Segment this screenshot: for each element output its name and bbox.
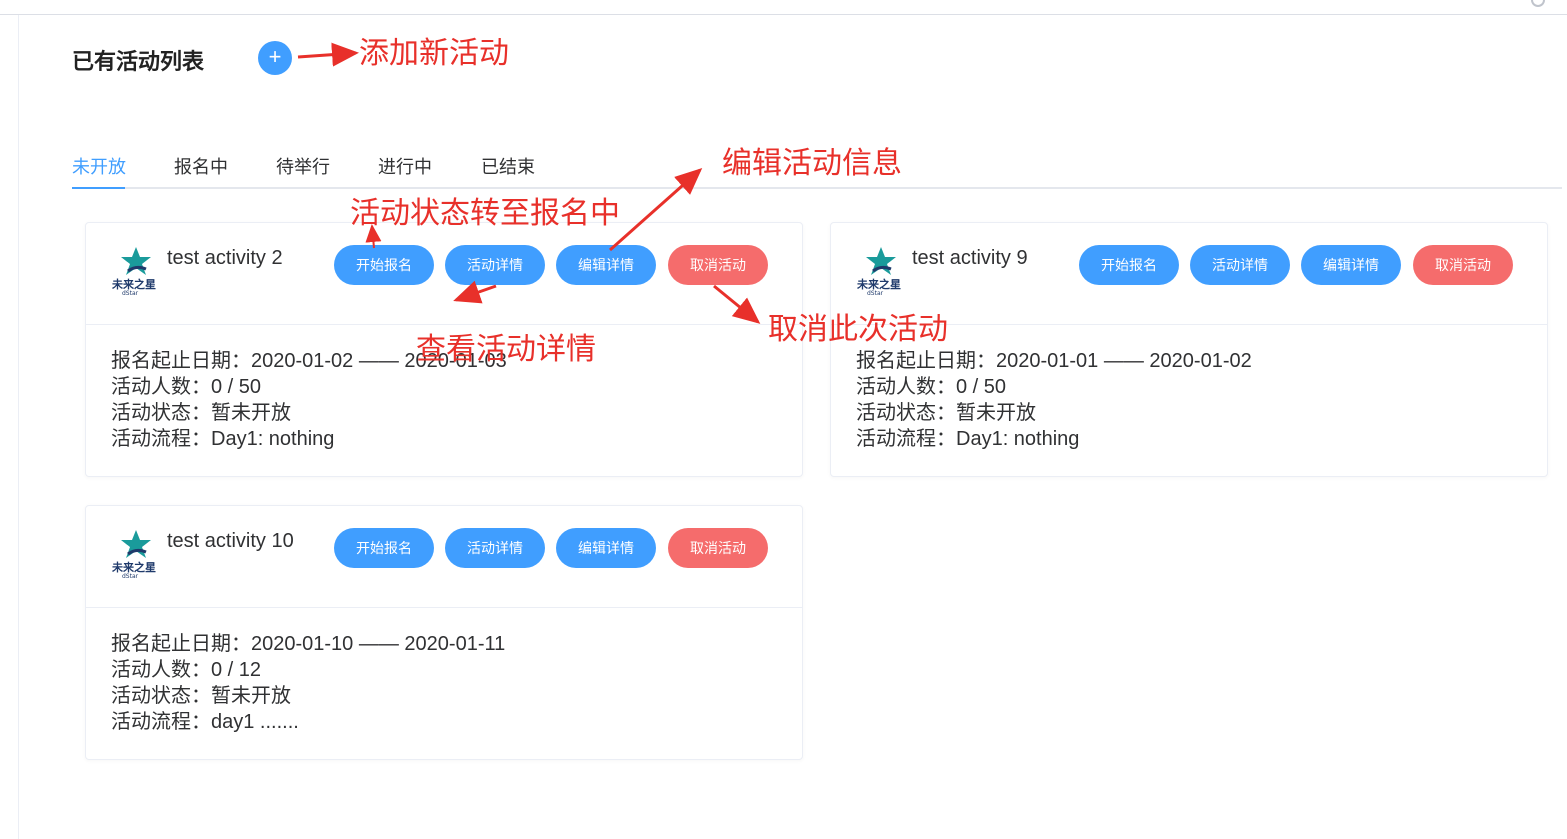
activity-status: 活动状态：暂未开放 [856, 402, 1036, 424]
cancel-activity-button[interactable]: 取消活动 [668, 245, 768, 285]
tab-registering[interactable]: 报名中 [174, 152, 228, 188]
svg-text:未来之星: 未来之星 [111, 560, 156, 574]
start-registration-button[interactable]: 开始报名 [1079, 245, 1179, 285]
edit-details-button[interactable]: 编辑详情 [556, 245, 656, 285]
activity-flow: 活动流程：Day1: nothing [856, 428, 1080, 450]
start-registration-button[interactable]: 开始报名 [334, 245, 434, 285]
dstar-logo: 未来之星 dStar [110, 528, 166, 578]
activity-status: 活动状态：暂未开放 [111, 685, 291, 707]
participant-count: 活动人数：0 / 50 [111, 376, 262, 398]
plus-icon: + [268, 44, 282, 69]
participant-count: 活动人数：0 / 12 [111, 659, 262, 681]
participant-count: 活动人数：0 / 50 [856, 376, 1007, 398]
tab-in-progress[interactable]: 进行中 [378, 152, 432, 188]
activity-status: 活动状态：暂未开放 [111, 402, 291, 424]
activity-flow: 活动流程：day1 ....... [111, 711, 299, 733]
tab-ended[interactable]: 已结束 [481, 152, 535, 188]
arrow-add [297, 42, 359, 67]
dstar-logo: 未来之星 dStar [855, 245, 911, 295]
date-range: 报名起止日期：2020-01-01 —— 2020-01-02 [856, 350, 1252, 372]
activity-flow: 活动流程：Day1: nothing [111, 428, 335, 450]
edit-details-button[interactable]: 编辑详情 [1301, 245, 1401, 285]
activity-card: 未来之星 dStar test activity 10 开始报名 活动详情 编辑… [85, 505, 803, 760]
annotation-view-details: 查看活动详情 [416, 333, 596, 366]
sidebar-divider [18, 15, 19, 839]
annotation-cancel-this: 取消此次活动 [768, 313, 948, 346]
activity-name: test activity 2 [167, 247, 283, 269]
card-header: 未来之星 dStar test activity 10 开始报名 活动详情 编辑… [86, 506, 802, 608]
svg-text:dStar: dStar [867, 290, 884, 295]
activity-details-button[interactable]: 活动详情 [1190, 245, 1290, 285]
activity-name: test activity 9 [912, 247, 1028, 269]
dstar-logo: 未来之星 dStar [110, 245, 166, 295]
user-icon[interactable] [1531, 0, 1545, 7]
card-body: 报名起止日期：2020-01-01 —— 2020-01-02 活动人数：0 /… [856, 348, 1252, 452]
page-title: 已有活动列表 [72, 49, 205, 74]
activity-details-button[interactable]: 活动详情 [445, 528, 545, 568]
card-body: 报名起止日期：2020-01-10 —— 2020-01-11 活动人数：0 /… [111, 631, 505, 735]
annotation-to-registration: 活动状态转至报名中 [350, 197, 620, 230]
start-registration-button[interactable]: 开始报名 [334, 528, 434, 568]
date-range: 报名起止日期：2020-01-10 —— 2020-01-11 [111, 633, 506, 655]
cancel-activity-button[interactable]: 取消活动 [1413, 245, 1513, 285]
annotation-add-new: 添加新活动 [359, 37, 509, 70]
svg-text:未来之星: 未来之星 [111, 277, 156, 291]
svg-text:未来之星: 未来之星 [856, 277, 901, 291]
tab-not-open[interactable]: 未开放 [72, 152, 126, 188]
top-bar [0, 0, 1567, 15]
add-activity-button[interactable]: + [258, 41, 292, 75]
activity-card: 未来之星 dStar test activity 9 开始报名 活动详情 编辑详… [830, 222, 1548, 477]
edit-details-button[interactable]: 编辑详情 [556, 528, 656, 568]
activity-name: test activity 10 [167, 530, 294, 552]
svg-text:dStar: dStar [122, 573, 139, 578]
tab-active-indicator [72, 187, 125, 189]
card-header: 未来之星 dStar test activity 2 开始报名 活动详情 编辑详… [86, 223, 802, 325]
annotation-edit-info: 编辑活动信息 [722, 147, 902, 180]
tab-upcoming[interactable]: 待举行 [276, 152, 330, 188]
activity-details-button[interactable]: 活动详情 [445, 245, 545, 285]
tabs-baseline [72, 187, 1562, 189]
cancel-activity-button[interactable]: 取消活动 [668, 528, 768, 568]
svg-text:dStar: dStar [122, 290, 139, 295]
